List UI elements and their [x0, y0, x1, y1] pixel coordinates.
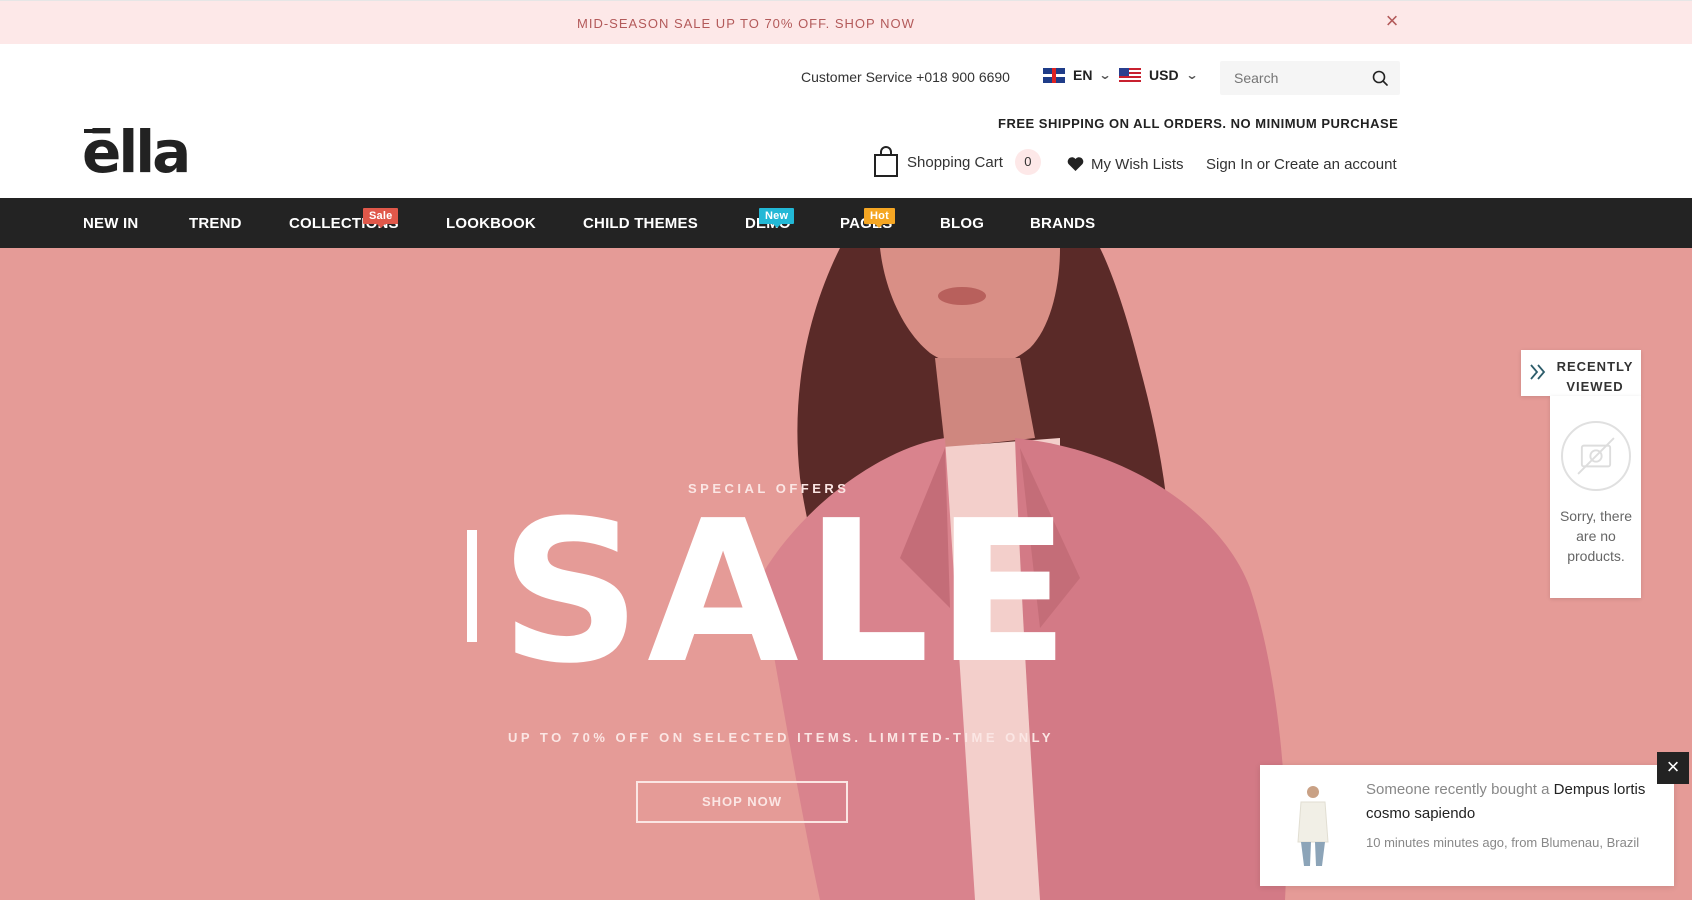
- us-flag-icon: [1119, 67, 1141, 83]
- popup-prefix: Someone recently bought a: [1366, 781, 1550, 798]
- nav-item-pages[interactable]: Hot PAGES: [840, 208, 895, 232]
- shopping-bag-icon: [874, 146, 898, 177]
- language-label: EN: [1073, 67, 1093, 83]
- product-thumbnail[interactable]: [1282, 780, 1344, 872]
- site-logo[interactable]: ēlla: [82, 123, 191, 181]
- hot-badge: Hot: [864, 208, 895, 228]
- nav-item-demo[interactable]: New DEMO: [745, 208, 795, 232]
- or-text: or: [1256, 156, 1271, 173]
- nav-label: BRANDS: [1030, 215, 1096, 232]
- main-nav: NEW IN TREND Sale COLLECTIONS LOOKBOOK C…: [0, 198, 1692, 248]
- customer-service-text: Customer Service +018 900 6690: [801, 69, 1010, 85]
- hero-accent-bar: [467, 530, 477, 642]
- hero-subtitle: UP TO 70% OFF ON SELECTED ITEMS. LIMITED…: [508, 730, 1055, 745]
- search-box: [1220, 61, 1400, 95]
- recently-viewed-toggle[interactable]: RECENTLY VIEWED: [1521, 350, 1641, 396]
- announcement-bar: MID-SEASON SALE UP TO 70% OFF. SHOP NOW …: [0, 0, 1692, 44]
- nav-item-new-in[interactable]: NEW IN: [83, 215, 138, 232]
- search-icon[interactable]: [1372, 70, 1388, 86]
- announcement-text[interactable]: MID-SEASON SALE UP TO 70% OFF. SHOP NOW: [577, 16, 915, 31]
- shopping-cart-link[interactable]: Shopping Cart 0: [873, 146, 1041, 178]
- nav-item-brands[interactable]: BRANDS: [1030, 215, 1095, 232]
- currency-label: USD: [1149, 67, 1179, 83]
- title-line: RECENTLY: [1556, 359, 1634, 374]
- language-selector[interactable]: EN ⌄: [1043, 67, 1113, 83]
- close-icon[interactable]: ×: [1657, 752, 1689, 784]
- search-input[interactable]: [1234, 70, 1364, 86]
- heart-icon: [1067, 157, 1084, 171]
- chevron-down-icon: ⌄: [1098, 68, 1113, 82]
- sign-in-link[interactable]: Sign In: [1206, 156, 1253, 173]
- nav-item-collections[interactable]: Sale COLLECTIONS: [289, 208, 399, 232]
- nav-label: BLOG: [940, 215, 985, 232]
- recently-viewed-panel: Sorry, there are no products.: [1550, 396, 1641, 598]
- nav-label: TREND: [189, 215, 242, 232]
- cart-count-badge: 0: [1014, 149, 1041, 175]
- popup-message: Someone recently bought a Dempus lortis …: [1366, 778, 1656, 826]
- free-shipping-text: FREE SHIPPING ON ALL ORDERS. NO MINIMUM …: [998, 116, 1399, 131]
- create-account-link[interactable]: Create an account: [1274, 156, 1397, 173]
- nav-label: LOOKBOOK: [446, 215, 536, 232]
- title-line: VIEWED: [1566, 379, 1624, 394]
- sale-badge: Sale: [363, 208, 399, 228]
- recently-viewed-title: RECENTLY VIEWED: [1553, 357, 1637, 397]
- shop-now-button[interactable]: SHOP NOW: [636, 781, 848, 823]
- new-badge: New: [759, 208, 795, 228]
- currency-selector[interactable]: USD ⌄: [1119, 67, 1199, 83]
- wishlist-link[interactable]: My Wish Lists: [1067, 156, 1184, 173]
- account-links: Sign In or Create an account: [1206, 156, 1397, 173]
- nav-label: NEW IN: [83, 215, 139, 232]
- close-icon[interactable]: ×: [1382, 10, 1402, 32]
- recent-purchase-popup: Someone recently bought a Dempus lortis …: [1260, 765, 1674, 886]
- empty-message: Sorry, there are no products.: [1559, 508, 1633, 564]
- nav-item-lookbook[interactable]: LOOKBOOK: [446, 215, 536, 232]
- no-image-icon: [1561, 421, 1631, 491]
- popup-meta: 10 minutes minutes ago, from Blumenau, B…: [1366, 835, 1640, 850]
- nav-item-blog[interactable]: BLOG: [940, 215, 984, 232]
- chevron-down-icon: ⌄: [1185, 68, 1199, 82]
- nav-item-trend[interactable]: TREND: [189, 215, 242, 232]
- nav-label: CHILD THEMES: [583, 215, 698, 232]
- cart-label: Shopping Cart: [907, 153, 1003, 171]
- wishlist-label: My Wish Lists: [1091, 156, 1184, 173]
- uk-flag-icon: [1043, 67, 1065, 83]
- nav-item-child-themes[interactable]: CHILD THEMES: [583, 215, 698, 232]
- hero-headline: SALE: [500, 479, 1076, 707]
- double-chevron-right-icon: [1530, 364, 1546, 380]
